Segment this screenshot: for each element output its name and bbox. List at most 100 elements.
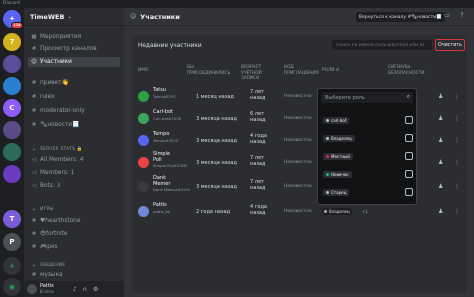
account-age-value: 6 лет назад [250,111,266,123]
server-icon[interactable] [3,143,21,161]
role-chip: Местный [323,153,353,160]
member-name: Simple Poll Simple Poll#2328 [153,151,187,168]
role-filter-dropdown: Выберите роль ⌕ carl-bot Владелец Местны… [317,88,417,205]
channel-events[interactable]: ▦ Мероприятия [28,32,120,42]
avatar[interactable] [27,284,37,294]
column-account-age[interactable]: ВОЗРАСТ УЧЁТНОЙ ЗАПИСИ [241,65,281,82]
member-name: Pattis pattis_bk [153,202,171,214]
server-icon[interactable] [3,55,21,73]
member-name: Tempo Tempo#3520 [153,131,179,143]
help-icon[interactable]: ? [457,12,467,22]
table-row[interactable]: Pattis pattis_bk 2 года назад 4 года назад… [132,201,467,223]
profile-icon[interactable]: ♟ [438,183,445,190]
role-option[interactable]: Владелец [323,133,413,145]
role-option[interactable]: carl-bot [323,115,413,127]
column-joined[interactable]: ВЫ ПРИСОЕДИНИЛИСЬ [187,65,237,76]
user-info[interactable]: Pattis В сети [40,283,54,294]
column-roles[interactable]: РОЛИ ⇵ [322,68,339,74]
category-chat[interactable]: ⌄ ОБЩЕНИЕ [28,260,120,270]
server-icon[interactable] [3,165,21,183]
role-color-dot [326,119,329,122]
profile-icon[interactable]: ♟ [438,208,445,215]
guild-header[interactable]: TimeWEB ⌄ [24,8,124,26]
microphone-icon[interactable]: ♪ [73,286,77,293]
channel-item[interactable]: # 🗞новости📃 [28,120,120,130]
server-icon[interactable]: P [3,233,21,251]
calendar-icon: ▦ [31,34,37,40]
channel-item[interactable]: # 😎fortnite [28,229,120,239]
role-color-dot [326,155,329,158]
invite-value: Неизвестно [284,138,312,143]
invite-value: Неизвестно [284,94,312,99]
channel-item[interactable]: # привет👋 [28,78,120,88]
channel-item[interactable]: # rulex [28,92,120,102]
joined-value: 3 месяца назад [196,138,237,144]
role-option[interactable]: Старец [323,187,413,199]
role-chip[interactable]: Владелец [322,208,352,215]
role-chip: Новичок [323,171,352,178]
user-panel: Pattis В сети ♪ ∩ ⚙ [24,281,124,297]
server-icon[interactable]: C [3,99,21,117]
channel-sidebar: TimeWEB ⌄ ▦ Мероприятия # Просмотр каналов… [24,8,124,297]
voice-channel[interactable]: ◁ All Members: 4 [28,155,120,165]
server-icon[interactable] [3,121,21,139]
gear-icon[interactable]: ⚙ [93,286,98,293]
more-icon[interactable]: ⋮ [454,93,460,100]
chevron-down-icon: ⌄ [31,206,37,212]
voice-channel[interactable]: ◁ Members: 1 [28,168,120,178]
role-search-input[interactable]: Выберите роль ⌕ [321,92,413,103]
more-icon[interactable]: ⋮ [454,159,460,166]
role-checkbox[interactable] [405,152,413,160]
page-title: Участники [140,12,180,21]
channel-item[interactable]: # ♥hearthstone [28,216,120,226]
role-checkbox[interactable] [405,116,413,124]
role-checkbox[interactable] [405,134,413,142]
headphones-icon[interactable]: ∩ [83,286,87,293]
profile-icon[interactable]: ♟ [438,137,445,144]
more-icon[interactable]: ⋮ [454,208,460,215]
filter-icon: ⇵ [335,68,340,73]
channel-item[interactable]: # moderator-only [28,106,120,116]
channel-chip: #🗞новости📃 [407,14,442,20]
search-icon: ⌕ [406,93,410,100]
plus-icon: + [9,262,15,270]
joined-value: 2 года назад [196,209,231,215]
hash-icon: # [31,80,37,86]
channel-members[interactable]: ☺ Участники [28,57,120,67]
channel-browse[interactable]: # Просмотр каналов [28,44,120,54]
back-to-channel-button[interactable]: Вернуться к каналу #🗞новости📃 [356,12,445,22]
voice-channel[interactable]: ◁ Bots: 3 [28,181,120,191]
home-button[interactable]: ✦ 114 [3,10,23,29]
guild-name: TimeWEB [30,12,65,21]
server-icon[interactable]: T [3,210,21,228]
server-icon[interactable] [3,77,21,95]
explore-button[interactable]: ◉ [3,278,21,296]
more-icon[interactable]: ⋮ [454,137,460,144]
role-option[interactable]: Местный [323,151,413,163]
category-server-stats[interactable]: ⌄ SERVER STATS 🔒 [28,144,120,154]
profile-icon[interactable]: ♟ [438,115,445,122]
member-search-input[interactable] [332,40,432,50]
invite-value: Неизвестно [284,160,312,165]
inbox-icon[interactable]: ▭ [442,12,452,22]
member-name: Carl-bot Carl-bot#1536 [153,109,182,121]
window-titlebar: Discord [0,0,474,8]
invite-value: Неизвестно [284,116,312,121]
more-roles-count[interactable]: +1 [362,209,368,214]
channel-item[interactable]: # музыка [28,270,120,280]
add-server-button[interactable]: + [3,257,21,275]
clear-button[interactable]: Очистить [435,39,465,51]
role-checkbox[interactable] [405,188,413,196]
compass-icon: ◉ [8,283,16,291]
category-games[interactable]: ⌄ ИГРЫ [28,204,120,214]
profile-icon[interactable]: ♟ [438,93,445,100]
more-icon[interactable]: ⋮ [454,115,460,122]
hash-icon: # [31,272,37,278]
profile-icon[interactable]: ♟ [438,159,445,166]
more-icon[interactable]: ⋮ [454,183,460,190]
server-icon[interactable]: 7 [3,33,21,51]
role-option[interactable]: Новичок [323,169,413,181]
role-checkbox[interactable] [405,170,413,178]
channel-item[interactable]: # 🎮pes [28,242,120,252]
joined-value: 3 месяца назад [196,184,237,190]
